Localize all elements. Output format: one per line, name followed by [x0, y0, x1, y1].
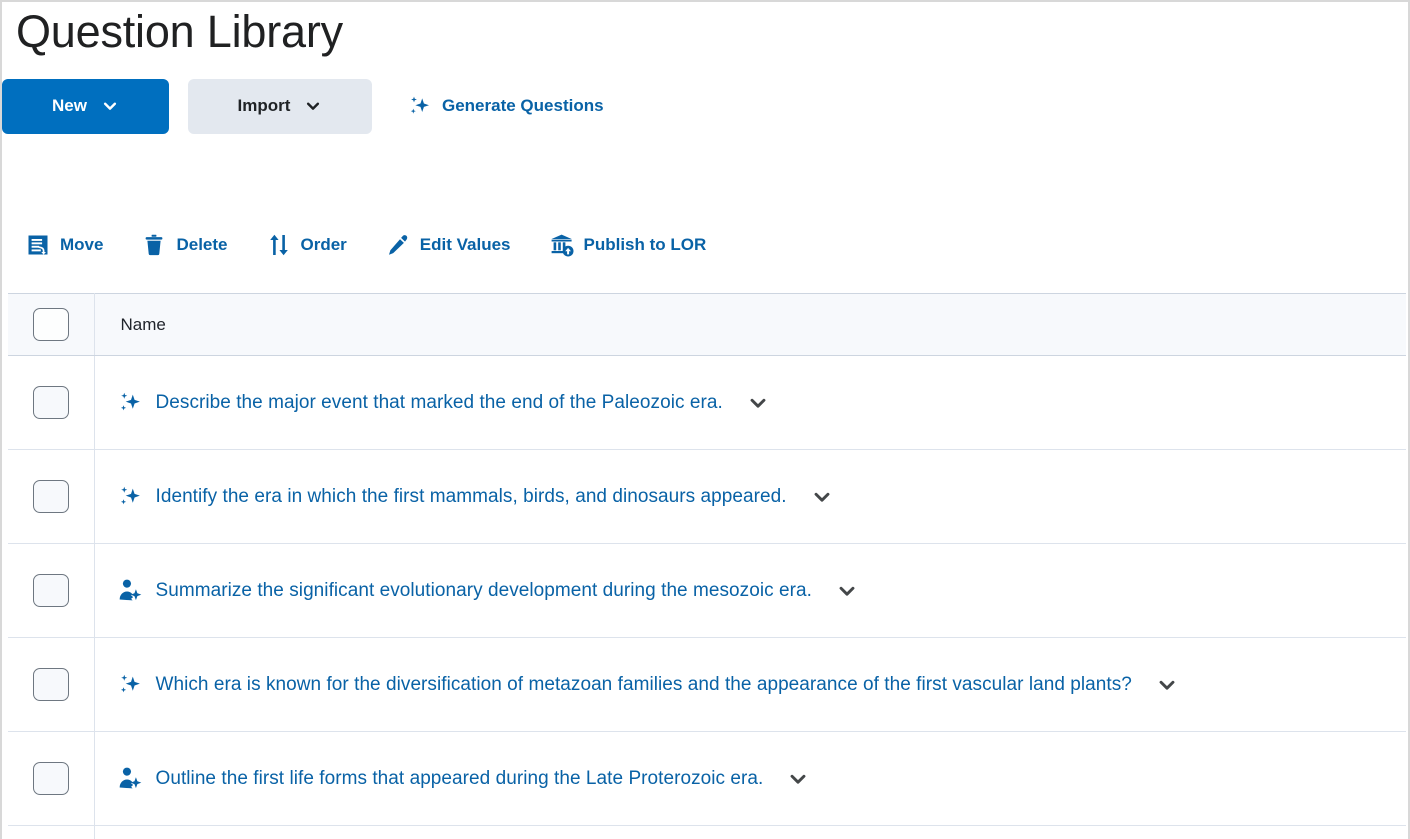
row-checkbox[interactable] — [32, 574, 69, 607]
table-body: Describe the major event that marked the… — [8, 355, 1407, 839]
row-checkbox-wrapper — [8, 574, 94, 607]
publish-to-lor-button[interactable]: Publish to LOR — [550, 233, 707, 257]
question-library-page: Question Library New Import Generate Que… — [0, 0, 1410, 839]
question-cell: Outline the first life forms that appear… — [95, 766, 1407, 791]
table-header-row: Name — [8, 293, 1406, 356]
column-header-name[interactable]: Name — [94, 293, 1406, 356]
row-select-cell — [8, 731, 95, 826]
table-row: Describe the major event that marked the… — [8, 355, 1407, 450]
question-link[interactable]: Outline the first life forms that appear… — [156, 768, 764, 790]
page-title: Question Library — [16, 6, 343, 57]
new-button-label: New — [52, 96, 87, 115]
table-row: Which era is known for the diversificati… — [8, 637, 1407, 732]
table-row — [8, 825, 1406, 839]
order-button[interactable]: Order — [267, 233, 347, 257]
select-all-header-cell — [8, 293, 95, 356]
row-name-cell: Outline the first life forms that appear… — [94, 731, 1407, 826]
move-document-icon — [26, 233, 50, 257]
row-checkbox[interactable] — [32, 480, 69, 513]
row-select-cell — [8, 355, 95, 450]
table-row: Outline the first life forms that appear… — [8, 731, 1407, 826]
chevron-down-icon[interactable] — [836, 580, 858, 602]
question-link[interactable]: Which era is known for the diversificati… — [156, 674, 1132, 696]
chevron-down-icon — [304, 97, 322, 115]
row-name-cell: Summarize the significant evolutionary d… — [94, 543, 1407, 638]
row-name-cell — [94, 825, 1406, 839]
sparkle-icon — [118, 672, 143, 697]
row-checkbox-wrapper — [8, 480, 94, 513]
bulk-actions-toolbar: Move Delete Order Edit Values Publish to… — [2, 218, 745, 272]
pencil-icon — [386, 233, 410, 257]
row-select-cell — [8, 825, 95, 839]
question-cell: Identify the era in which the first mamm… — [95, 484, 1407, 509]
new-button[interactable]: New — [2, 78, 169, 134]
chevron-down-icon[interactable] — [811, 486, 833, 508]
chevron-down-icon[interactable] — [1156, 674, 1178, 696]
row-checkbox-wrapper — [8, 762, 94, 795]
delete-button[interactable]: Delete — [142, 233, 228, 257]
trash-icon — [142, 233, 166, 257]
sort-arrows-icon — [267, 233, 291, 257]
delete-button-label: Delete — [176, 235, 228, 254]
generate-questions-button[interactable]: Generate Questions — [408, 94, 604, 118]
sparkle-icon — [408, 94, 432, 118]
table-header: Name — [8, 293, 1406, 356]
question-link[interactable]: Summarize the significant evolutionary d… — [156, 580, 812, 602]
move-button[interactable]: Move — [26, 233, 103, 257]
chevron-down-icon[interactable] — [787, 768, 809, 790]
table-row: Summarize the significant evolutionary d… — [8, 543, 1407, 638]
question-link[interactable]: Identify the era in which the first mamm… — [156, 486, 787, 508]
import-button-label: Import — [237, 96, 291, 115]
order-button-label: Order — [300, 235, 347, 254]
person-sparkle-icon — [118, 766, 143, 791]
edit-values-button-label: Edit Values — [419, 235, 511, 254]
row-name-cell: Describe the major event that marked the… — [94, 355, 1407, 450]
question-link[interactable]: Describe the major event that marked the… — [156, 392, 723, 414]
chevron-down-icon — [101, 97, 119, 115]
row-checkbox[interactable] — [32, 386, 69, 419]
question-cell: Describe the major event that marked the… — [95, 390, 1407, 415]
select-all-checkbox[interactable] — [32, 308, 69, 341]
row-select-cell — [8, 449, 95, 544]
row-select-cell — [8, 637, 95, 732]
move-button-label: Move — [60, 235, 104, 254]
sparkle-icon — [118, 390, 143, 415]
generate-questions-label: Generate Questions — [442, 96, 604, 115]
row-select-cell — [8, 543, 95, 638]
import-button[interactable]: Import — [188, 78, 372, 134]
questions-table: Name Describe the major event that marke… — [8, 293, 1406, 839]
select-all-wrapper — [8, 308, 94, 341]
row-name-cell: Which era is known for the diversificati… — [94, 637, 1407, 732]
row-checkbox[interactable] — [32, 762, 69, 795]
row-checkbox[interactable] — [32, 668, 69, 701]
sparkle-icon — [118, 484, 143, 509]
table-row: Identify the era in which the first mamm… — [8, 449, 1407, 544]
question-cell: Summarize the significant evolutionary d… — [95, 578, 1407, 603]
publish-bank-upload-icon — [550, 233, 574, 257]
person-sparkle-icon — [118, 578, 143, 603]
publish-to-lor-button-label: Publish to LOR — [583, 235, 707, 254]
row-checkbox-wrapper — [8, 668, 94, 701]
chevron-down-icon[interactable] — [747, 392, 769, 414]
primary-action-bar: New Import Generate Questions — [2, 77, 604, 135]
row-checkbox-wrapper — [8, 386, 94, 419]
row-name-cell: Identify the era in which the first mamm… — [94, 449, 1407, 544]
question-cell: Which era is known for the diversificati… — [95, 672, 1407, 697]
edit-values-button[interactable]: Edit Values — [386, 233, 511, 257]
